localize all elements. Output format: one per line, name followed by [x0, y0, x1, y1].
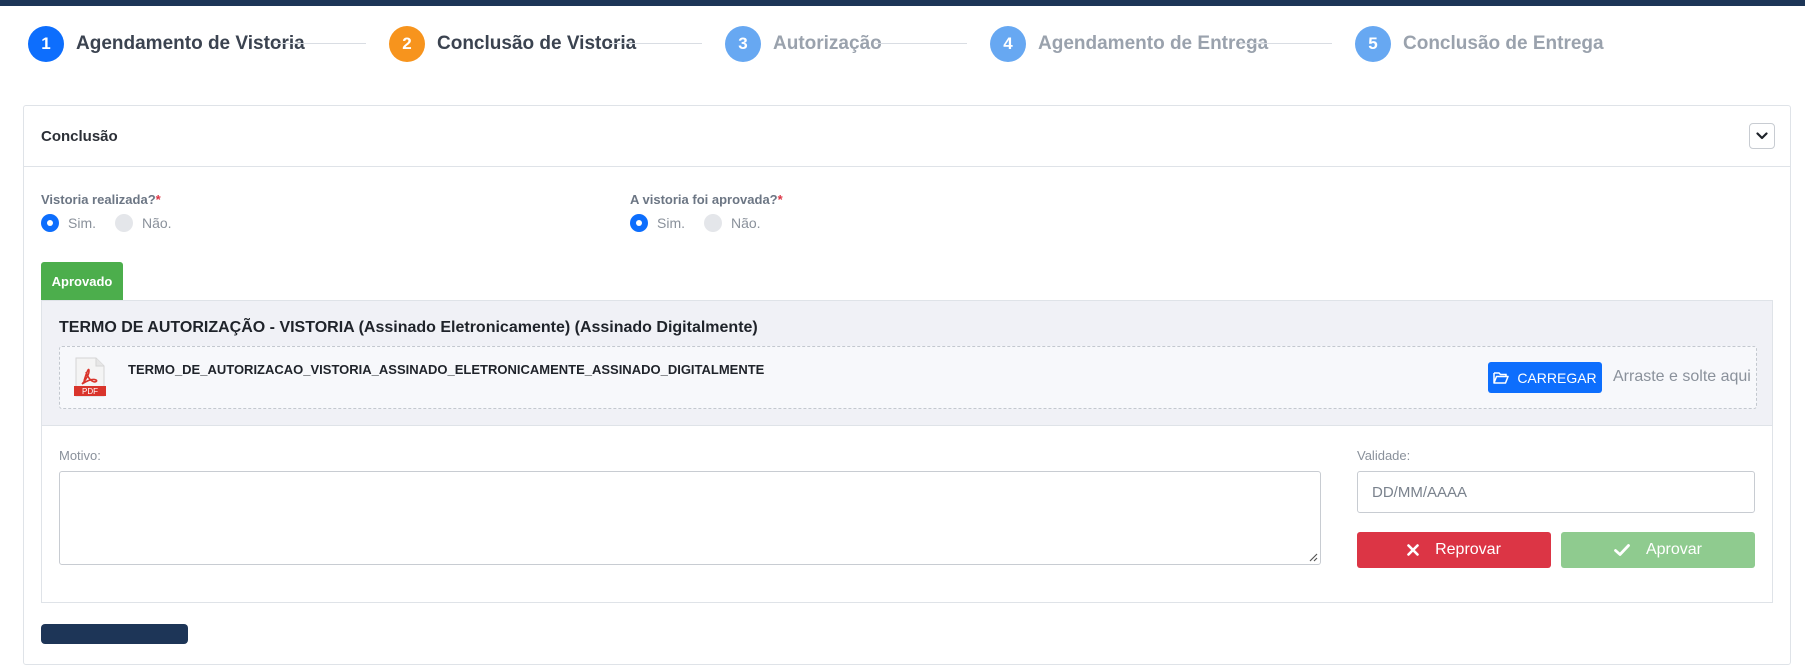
- step-agendamento-entrega[interactable]: 4 Agendamento de Entrega: [990, 26, 1268, 62]
- radio-label: Sim.: [68, 215, 96, 231]
- step-agendamento-vistoria[interactable]: 1 Agendamento de Vistoria: [28, 26, 305, 62]
- chevron-down-icon: [1756, 132, 1768, 140]
- step-label: Autorização: [773, 33, 882, 54]
- required-mark: *: [155, 192, 161, 207]
- step-label: Agendamento de Entrega: [1038, 33, 1269, 54]
- step-connector: [610, 43, 702, 44]
- step-number: 4: [990, 26, 1026, 62]
- check-icon: [1614, 544, 1630, 556]
- folder-open-icon: [1493, 372, 1510, 384]
- vistoria-realizada-label: Vistoria realizada?*: [41, 192, 161, 207]
- vistoria-realizada-sim[interactable]: Sim.: [41, 214, 96, 232]
- step-autorizacao[interactable]: 3 Autorização: [725, 26, 882, 62]
- radio-label: Não.: [731, 215, 761, 231]
- radio-label: Sim.: [657, 215, 685, 231]
- aprovar-button[interactable]: Aprovar: [1561, 532, 1755, 568]
- top-accent-bar: [0, 0, 1805, 6]
- vistoria-aprovada-label: A vistoria foi aprovada?*: [630, 192, 783, 207]
- card-title: Conclusão: [41, 128, 118, 145]
- motivo-textarea[interactable]: [59, 471, 1321, 565]
- pdf-file-icon[interactable]: PDF: [74, 357, 106, 397]
- radio-checked[interactable]: [41, 214, 59, 232]
- step-label: Conclusão de Vistoria: [437, 33, 637, 54]
- required-mark: *: [777, 192, 783, 207]
- step-conclusao-entrega[interactable]: 5 Conclusão de Entrega: [1355, 26, 1604, 62]
- step-connector: [274, 43, 366, 44]
- vistoria-aprovada-nao[interactable]: Não.: [704, 214, 761, 232]
- vistoria-realizada-options: Sim. Não.: [41, 214, 191, 232]
- status-tab-aprovado[interactable]: Aprovado: [41, 262, 123, 300]
- step-number: 1: [28, 26, 64, 62]
- vistoria-realizada-nao[interactable]: Não.: [115, 214, 172, 232]
- resize-grip-icon[interactable]: [1308, 552, 1318, 562]
- card-header: Conclusão: [24, 106, 1790, 167]
- step-connector: [1240, 43, 1332, 44]
- vistoria-aprovada-sim[interactable]: Sim.: [630, 214, 685, 232]
- document-title: TERMO DE AUTORIZAÇÃO - VISTORIA (Assinad…: [59, 319, 758, 336]
- radio-label: Não.: [142, 215, 172, 231]
- step-number: 5: [1355, 26, 1391, 62]
- step-label: Agendamento de Vistoria: [76, 33, 305, 54]
- step-conclusao-vistoria[interactable]: 2 Conclusão de Vistoria: [389, 26, 636, 62]
- step-number: 2: [389, 26, 425, 62]
- document-panel: TERMO DE AUTORIZAÇÃO - VISTORIA (Assinad…: [41, 300, 1773, 426]
- motivo-label: Motivo:: [59, 448, 101, 463]
- question-text: A vistoria foi aprovada?: [630, 192, 778, 207]
- validade-label: Validade:: [1357, 448, 1411, 463]
- pdf-type-label: PDF: [82, 387, 98, 396]
- upload-button[interactable]: CARREGAR: [1488, 362, 1602, 393]
- radio-checked[interactable]: [630, 214, 648, 232]
- validade-date-input[interactable]: DD/MM/AAAA: [1357, 471, 1755, 513]
- reprovar-button[interactable]: Reprovar: [1357, 532, 1551, 568]
- radio-unchecked[interactable]: [115, 214, 133, 232]
- progress-stepper: 1 Agendamento de Vistoria 2 Conclusão de…: [28, 26, 1788, 62]
- step-label: Conclusão de Entrega: [1403, 33, 1604, 54]
- file-dropzone[interactable]: PDF TERMO_DE_AUTORIZACAO_VISTORIA_ASSINA…: [59, 346, 1757, 409]
- upload-button-label: CARREGAR: [1517, 369, 1597, 386]
- radio-unchecked[interactable]: [704, 214, 722, 232]
- drop-hint: Arraste e solte aqui: [1613, 368, 1751, 385]
- step-number: 3: [725, 26, 761, 62]
- decision-form-panel: Motivo: Validade: DD/MM/AAAA Reprovar Ap…: [41, 426, 1773, 603]
- times-icon: [1407, 544, 1419, 556]
- vistoria-aprovada-options: Sim. Não.: [630, 214, 780, 232]
- conclusao-card: Conclusão Vistoria realizada?* Sim. Não.…: [23, 105, 1791, 665]
- reprovar-label: Reprovar: [1435, 541, 1501, 558]
- collapse-button[interactable]: [1749, 123, 1775, 149]
- step-connector: [875, 43, 967, 44]
- question-text: Vistoria realizada?: [41, 192, 156, 207]
- aprovar-label: Aprovar: [1645, 541, 1703, 558]
- file-name[interactable]: TERMO_DE_AUTORIZACAO_VISTORIA_ASSINADO_E…: [128, 362, 764, 377]
- bottom-action-button[interactable]: [41, 624, 188, 644]
